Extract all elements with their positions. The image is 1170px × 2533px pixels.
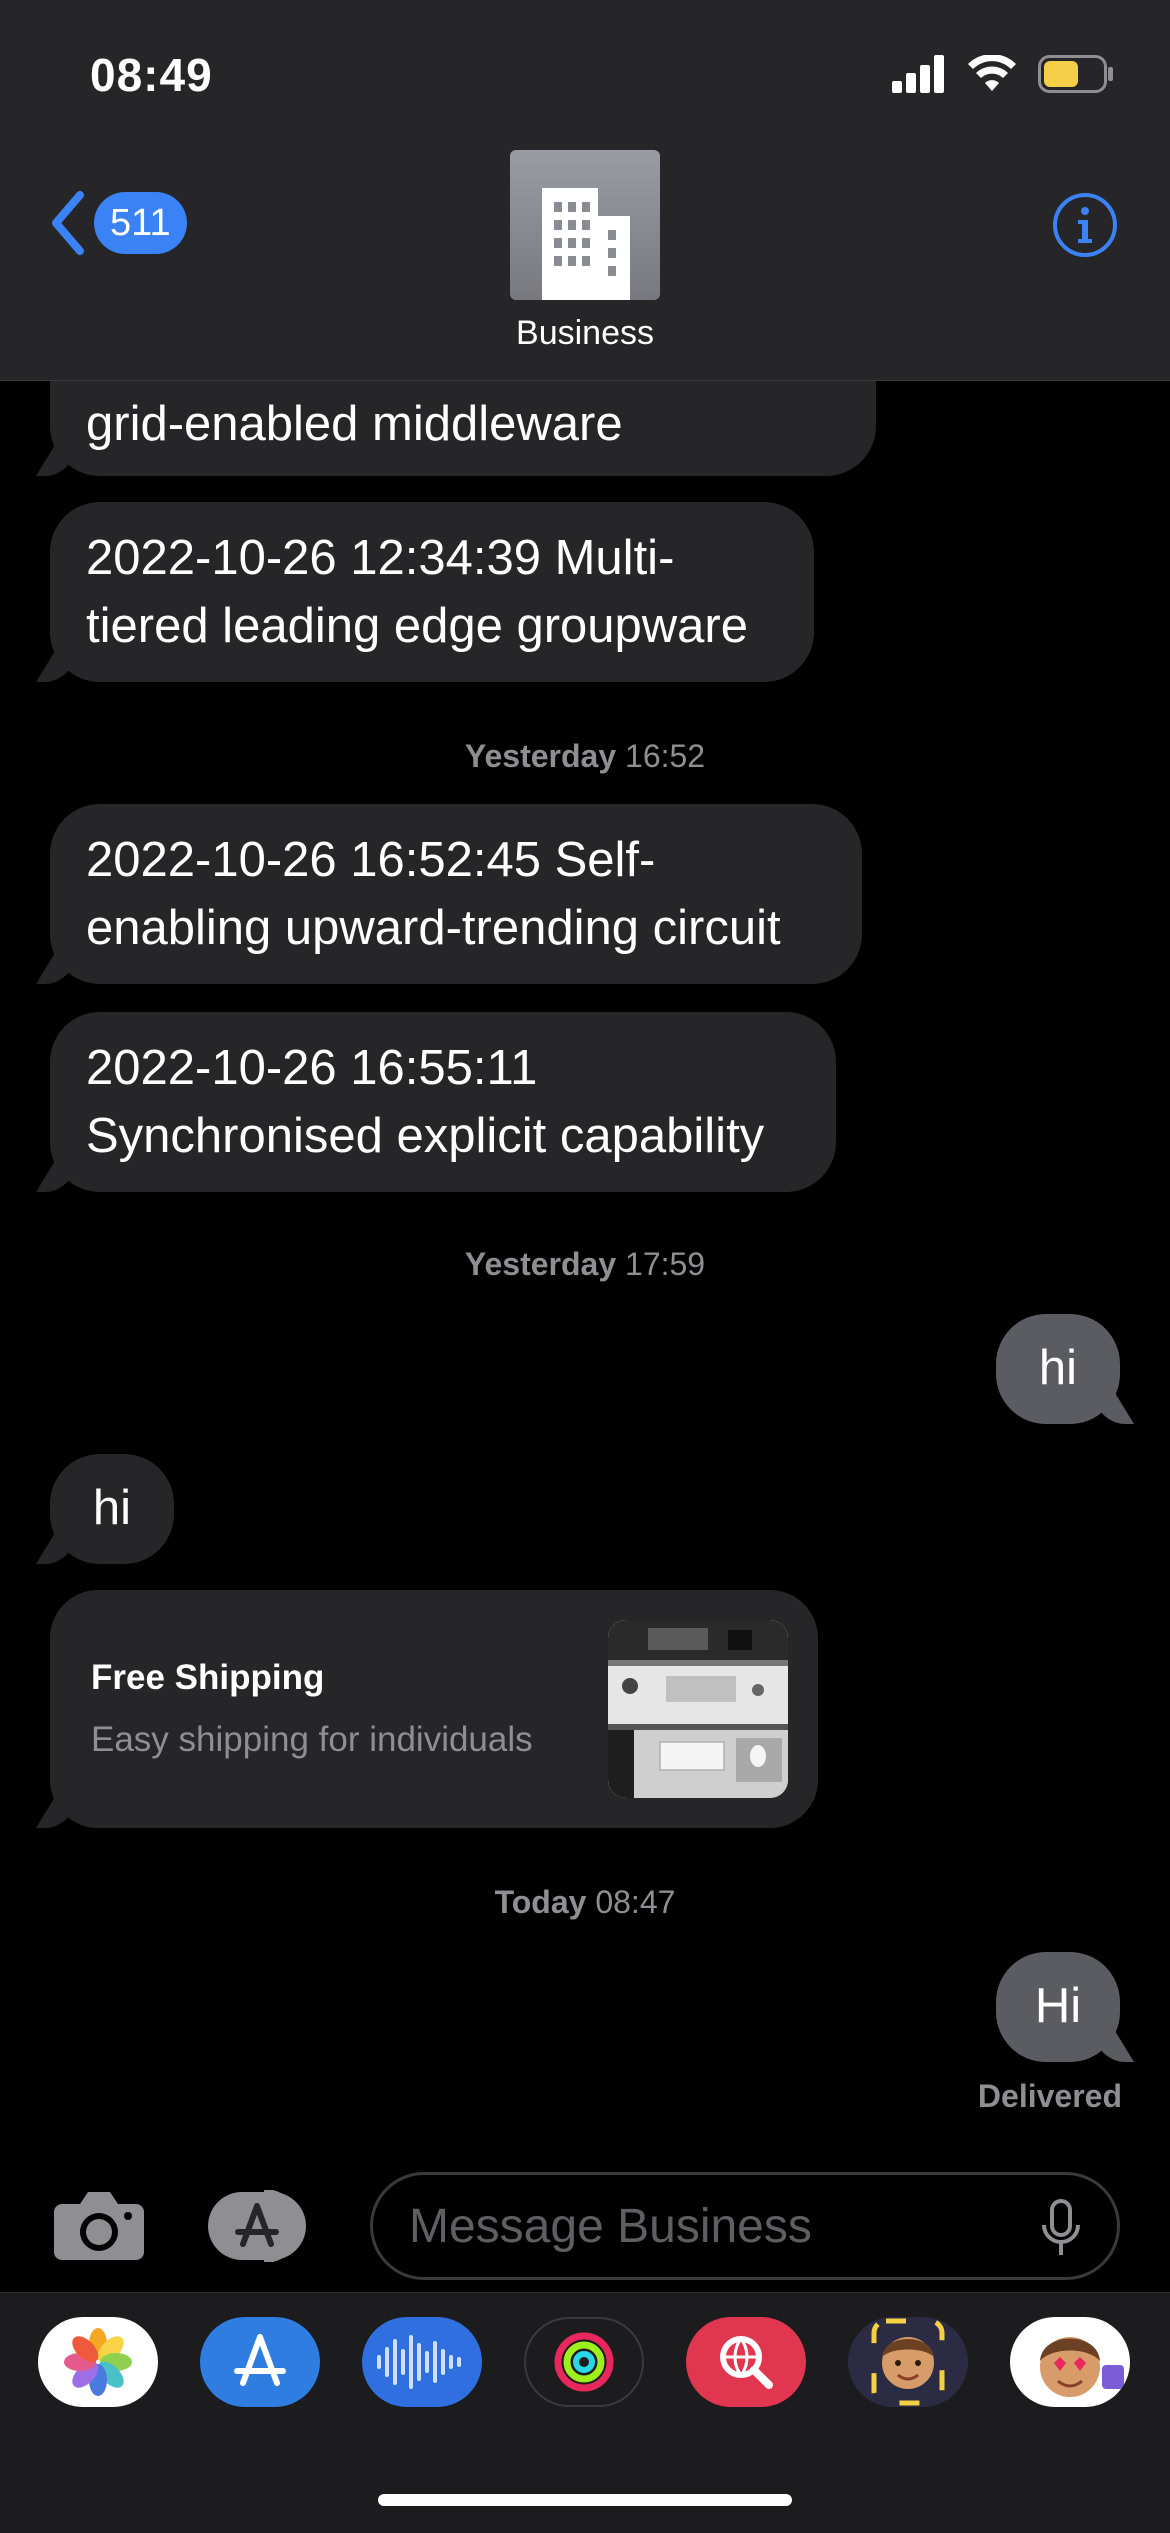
cellular-signal-icon [892,55,944,93]
memoji-icon[interactable] [848,2317,968,2407]
message-text: Synchronised explicit capability [86,1109,765,1163]
message-text: tiered leading edge groupware [86,599,748,653]
timestamp-day: Today [494,1884,587,1920]
battery-icon [1038,55,1113,93]
message-input-placeholder: Message Business [409,2199,812,2253]
incoming-message[interactable]: 2022-10-26 12:34:39 Multi- tiered leadin… [50,502,814,682]
memoji-stickers-icon[interactable] [1010,2317,1130,2407]
timestamp-time: 08:47 [595,1884,676,1920]
incoming-message[interactable]: 2022-10-26 16:52:45 Self- enabling upwar… [50,804,862,984]
message-text: 2022-10-26 16:52:45 Self- [86,833,656,887]
incoming-message[interactable]: 2022-10-26 16:55:11 Synchronised explici… [50,1012,836,1192]
message-text: hi [92,1481,132,1535]
photos-app-icon[interactable] [38,2317,158,2407]
rich-link-card[interactable]: Free Shipping Easy shipping for individu… [50,1590,818,1828]
timestamp-day: Yesterday [464,738,617,774]
building-icon [542,188,630,300]
outgoing-message[interactable]: hi [996,1314,1120,1424]
message-text: enabling upward-trending circuit [86,901,781,955]
back-button[interactable]: 511 [48,190,187,256]
message-text: Hi [1034,1979,1082,2033]
message-input[interactable]: Message Business [370,2172,1120,2280]
delivery-status: Delivered [977,2078,1122,2114]
conversation-header: 08:49 511 Business [0,0,1170,381]
message-text: grid-enabled middleware [86,397,623,451]
card-title: Free Shipping [91,1658,325,1697]
message-text: hi [1038,1341,1078,1395]
appstore-app-icon[interactable] [200,2317,320,2407]
apps-button-icon[interactable] [208,2190,320,2262]
card-thumbnail [608,1620,788,1798]
timestamp-day: Yesterday [464,1246,617,1282]
status-icons [892,52,1114,96]
wifi-icon [968,55,1016,91]
contact-avatar[interactable] [510,150,660,300]
timestamp-time: 16:52 [625,738,706,774]
contact-name[interactable]: Business [0,314,1170,353]
card-subtitle: Easy shipping for individuals [91,1720,533,1759]
message-text: 2022-10-26 16:55:11 [86,1041,538,1095]
timestamp: Today 08:47 [0,1884,1170,1921]
desk-photo-icon [608,1620,788,1798]
timestamp: Yesterday 16:52 [0,738,1170,775]
timestamp: Yesterday 17:59 [0,1246,1170,1283]
web-search-icon[interactable] [686,2317,806,2407]
status-time: 08:49 [90,49,213,101]
info-icon[interactable] [1052,192,1118,258]
home-indicator[interactable] [378,2494,792,2506]
outgoing-message[interactable]: Hi [996,1952,1120,2062]
camera-icon[interactable] [52,2190,146,2262]
incoming-message[interactable]: hi [50,1454,174,1564]
chevron-left-icon [52,191,84,255]
timestamp-time: 17:59 [625,1246,706,1282]
activity-app-icon[interactable] [524,2317,644,2407]
message-text: 2022-10-26 12:34:39 Multi- [86,531,675,585]
audio-message-icon[interactable] [362,2317,482,2407]
microphone-icon[interactable] [1041,2199,1081,2259]
unread-count-badge: 511 [94,192,187,254]
